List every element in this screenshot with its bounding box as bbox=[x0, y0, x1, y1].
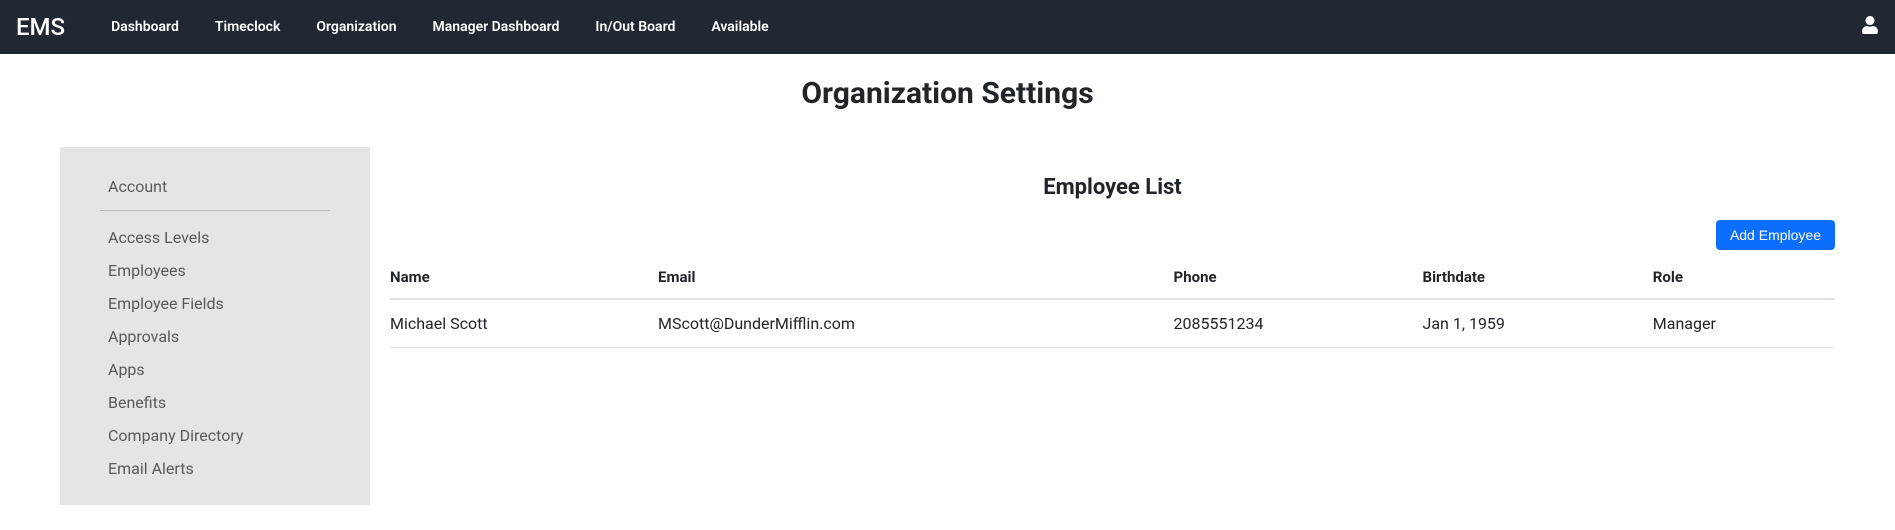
employee-table: Name Email Phone Birthdate Role Michael … bbox=[390, 260, 1835, 348]
section-title: Employee List bbox=[390, 175, 1835, 200]
sidebar-group-title: Account bbox=[60, 167, 370, 208]
cell-birthdate: Jan 1, 1959 bbox=[1423, 299, 1653, 348]
nav-item-timeclock[interactable]: Timeclock bbox=[197, 9, 299, 45]
sidebar-item-benefits[interactable]: Benefits bbox=[60, 386, 370, 419]
nav-item-organization[interactable]: Organization bbox=[298, 9, 414, 45]
sidebar-item-company-directory[interactable]: Company Directory bbox=[60, 419, 370, 452]
nav-items: Dashboard Timeclock Organization Manager… bbox=[93, 9, 787, 45]
sidebar-item-employee-fields[interactable]: Employee Fields bbox=[60, 287, 370, 320]
col-phone: Phone bbox=[1174, 260, 1423, 299]
settings-sidebar: Account Access Levels Employees Employee… bbox=[60, 147, 370, 505]
sidebar-item-apps[interactable]: Apps bbox=[60, 353, 370, 386]
sidebar-divider bbox=[100, 210, 330, 211]
table-header-row: Name Email Phone Birthdate Role bbox=[390, 260, 1835, 299]
sidebar-item-access-levels[interactable]: Access Levels bbox=[60, 221, 370, 254]
user-icon[interactable] bbox=[1861, 19, 1879, 38]
cell-name: Michael Scott bbox=[390, 299, 658, 348]
add-employee-button[interactable]: Add Employee bbox=[1716, 220, 1835, 250]
col-email: Email bbox=[658, 260, 1174, 299]
nav-item-manager-dashboard[interactable]: Manager Dashboard bbox=[415, 9, 578, 45]
navbar-right bbox=[1861, 16, 1879, 38]
nav-item-available[interactable]: Available bbox=[693, 9, 786, 45]
cell-phone: 2085551234 bbox=[1174, 299, 1423, 348]
main-content: Employee List Add Employee Name Email Ph… bbox=[390, 147, 1835, 505]
sidebar-item-approvals[interactable]: Approvals bbox=[60, 320, 370, 353]
table-row[interactable]: Michael Scott MScott@DunderMifflin.com 2… bbox=[390, 299, 1835, 348]
cell-email: MScott@DunderMifflin.com bbox=[658, 299, 1174, 348]
nav-item-in-out-board[interactable]: In/Out Board bbox=[577, 9, 693, 45]
col-name: Name bbox=[390, 260, 658, 299]
page-title: Organization Settings bbox=[0, 76, 1895, 111]
content-wrap: Account Access Levels Employees Employee… bbox=[0, 147, 1895, 505]
sidebar-item-email-alerts[interactable]: Email Alerts bbox=[60, 452, 370, 485]
col-birthdate: Birthdate bbox=[1423, 260, 1653, 299]
cell-role: Manager bbox=[1653, 299, 1835, 348]
nav-item-dashboard[interactable]: Dashboard bbox=[93, 9, 197, 45]
toolbar: Add Employee bbox=[390, 220, 1835, 250]
top-navbar: EMS Dashboard Timeclock Organization Man… bbox=[0, 0, 1895, 54]
brand-link[interactable]: EMS bbox=[16, 13, 65, 41]
col-role: Role bbox=[1653, 260, 1835, 299]
sidebar-item-employees[interactable]: Employees bbox=[60, 254, 370, 287]
